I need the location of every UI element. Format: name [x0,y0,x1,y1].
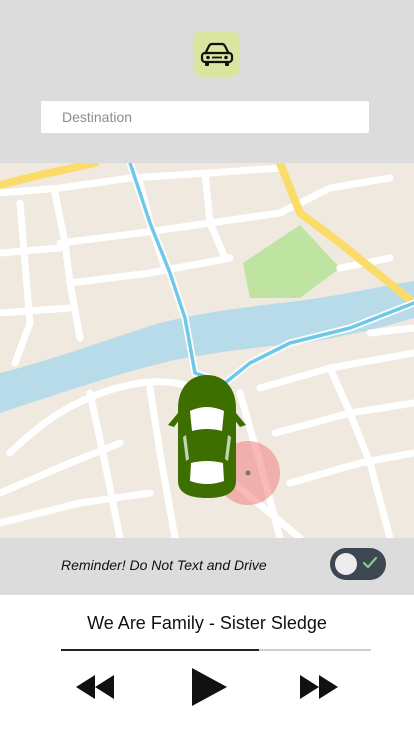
check-icon [362,556,378,569]
progress-fill [61,649,260,651]
reminder-toggle[interactable] [330,548,386,580]
fast-forward-icon [300,675,338,699]
music-player: We Are Family - Sister Sledge [0,595,414,736]
map-canvas[interactable] [0,163,414,538]
rewind-button[interactable] [74,673,116,704]
progress-bar[interactable] [61,649,371,651]
song-title: We Are Family - Sister Sledge [87,613,327,633]
play-icon [192,668,227,706]
app-logo [193,31,240,77]
car-icon [200,42,233,66]
map-view[interactable] [0,163,414,538]
fast-forward-button[interactable] [298,673,340,704]
toggle-knob [335,553,357,575]
header [0,0,414,163]
play-button[interactable] [190,667,228,710]
reminder-text: Reminder! Do Not Text and Drive [61,557,267,573]
rewind-icon [76,675,114,699]
destination-input[interactable] [41,101,369,133]
